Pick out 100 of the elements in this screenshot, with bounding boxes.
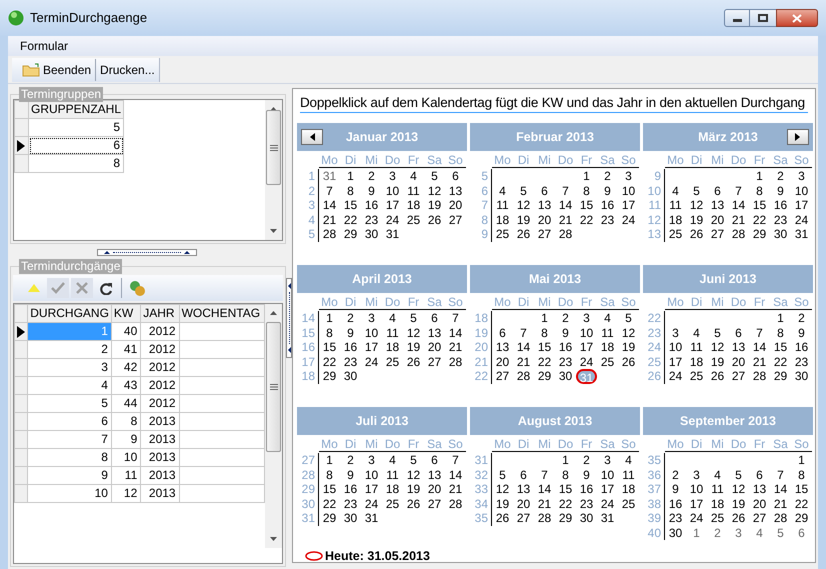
calendar-day[interactable]: 27 [728,369,749,384]
calendar-day[interactable]: 18 [618,482,639,496]
calendar-day[interactable]: 9 [597,184,618,198]
calendar-day[interactable]: 2 [361,169,382,184]
calendar-day[interactable]: 19 [403,340,424,354]
calendar-day[interactable]: 14 [770,482,791,496]
calendar-day[interactable]: 4 [597,311,618,326]
calendar-day[interactable]: 12 [403,468,424,482]
calendar-day[interactable]: 21 [728,212,749,227]
calendar-day[interactable]: 19 [403,482,424,496]
calendar-day[interactable]: 28 [445,354,466,369]
calendar-day[interactable]: 8 [319,468,340,482]
calendar-day[interactable]: 14 [728,198,749,212]
calendar-day[interactable]: 9 [665,482,686,496]
calendar-day[interactable]: 7 [445,453,466,468]
calendar-day[interactable]: 17 [361,340,382,354]
calendar-day[interactable]: 26 [707,369,728,384]
calendar-day[interactable]: 2 [707,526,728,540]
calendar-day[interactable]: 7 [445,311,466,326]
calendar-day[interactable]: 12 [492,482,513,496]
calendar-day[interactable]: 22 [555,496,576,511]
calendar-day[interactable]: 11 [686,340,707,354]
calendar-day[interactable]: 23 [665,511,686,526]
calendar-day[interactable]: 16 [665,496,686,511]
calendar-day[interactable]: 25 [707,511,728,526]
calendar-day[interactable]: 28 [749,369,770,384]
calendar-day[interactable]: 26 [618,354,639,369]
calendar-day[interactable]: 23 [770,212,791,227]
calendar-day[interactable]: 29 [749,227,770,242]
calendar-day[interactable]: 19 [618,340,639,354]
calendar-day[interactable]: 13 [424,468,445,482]
row-header-cell[interactable] [14,484,28,502]
calendar-day[interactable]: 1 [576,169,597,184]
calendar-day[interactable]: 20 [424,340,445,354]
calendar-day[interactable]: 6 [534,184,555,198]
minimize-button[interactable] [724,9,750,27]
calendar-day[interactable]: 4 [403,169,424,184]
calendar-day[interactable]: 7 [534,468,555,482]
calendar-day[interactable]: 13 [445,184,466,198]
calendar-day[interactable]: 3 [665,326,686,340]
calendar-day[interactable]: 28 [770,511,791,526]
calendar-day[interactable]: 19 [686,212,707,227]
calendar-day[interactable]: 19 [728,496,749,511]
row-header-cell[interactable] [14,448,28,466]
calendar-day[interactable]: 25 [597,354,618,369]
calendar-day[interactable]: 24 [361,496,382,511]
calendar-day[interactable]: 18 [686,354,707,369]
calendar-day[interactable]: 11 [707,482,728,496]
calendar-day[interactable]: 28 [534,511,555,526]
calendar-day[interactable]: 23 [361,212,382,227]
calendar-day[interactable]: 15 [791,482,812,496]
calendar-day[interactable]: 29 [770,369,791,384]
calendar-day[interactable]: 21 [445,482,466,496]
calendar-day[interactable]: 30 [770,227,791,242]
calendar-day[interactable]: 8 [749,184,770,198]
calendar-day[interactable]: 4 [382,311,403,326]
calendar-day[interactable]: 29 [319,369,340,384]
calendar-day[interactable]: 26 [492,511,513,526]
calendar-day[interactable]: 25 [492,227,513,242]
calendar-day[interactable]: 30 [665,526,686,540]
calendar-day[interactable]: 28 [445,496,466,511]
calendar-day[interactable]: 27 [707,227,728,242]
calendar-day[interactable]: 15 [770,340,791,354]
calendar-day[interactable]: 30 [361,227,382,242]
scrollbar[interactable] [265,100,282,240]
splitter-handle[interactable] [286,278,292,358]
calendar-day[interactable]: 23 [576,496,597,511]
calendar-day[interactable]: 29 [555,511,576,526]
calendar-day[interactable]: 4 [686,326,707,340]
calendar-day[interactable]: 9 [555,326,576,340]
calendar-day[interactable]: 26 [513,227,534,242]
calendar-day[interactable]: 15 [319,340,340,354]
next-month-button[interactable] [786,129,809,145]
calendar-day[interactable]: 16 [597,198,618,212]
calendar-day[interactable]: 20 [513,496,534,511]
calendar-day[interactable]: 10 [361,468,382,482]
calendar-day[interactable]: 15 [555,482,576,496]
calendar-day[interactable]: 19 [424,198,445,212]
calendar-day[interactable]: 3 [686,468,707,482]
calendar-day[interactable]: 30 [340,511,361,526]
calendar-day[interactable]: 14 [513,340,534,354]
calendar-day[interactable]: 9 [361,184,382,198]
calendar-day[interactable]: 19 [513,212,534,227]
column-header[interactable]: DURCHGANG [28,304,112,322]
calendar-day[interactable]: 3 [576,311,597,326]
calendar-day[interactable]: 31 [382,227,403,242]
calendar-day[interactable]: 25 [382,354,403,369]
calendar-day[interactable]: 20 [445,198,466,212]
row-header-cell[interactable] [14,376,28,394]
calendar-day[interactable]: 6 [728,326,749,340]
calendar-day[interactable]: 8 [319,326,340,340]
calendar-day[interactable]: 7 [728,184,749,198]
calendar-day[interactable]: 2 [597,169,618,184]
calendar-day[interactable]: 16 [361,198,382,212]
calendar-day[interactable]: 22 [576,212,597,227]
calendar-day[interactable]: 26 [403,354,424,369]
calendar-day[interactable]: 2 [770,169,791,184]
calendar-day[interactable]: 21 [513,354,534,369]
splitter-handle[interactable] [97,248,197,256]
calendar-day[interactable]: 11 [597,326,618,340]
